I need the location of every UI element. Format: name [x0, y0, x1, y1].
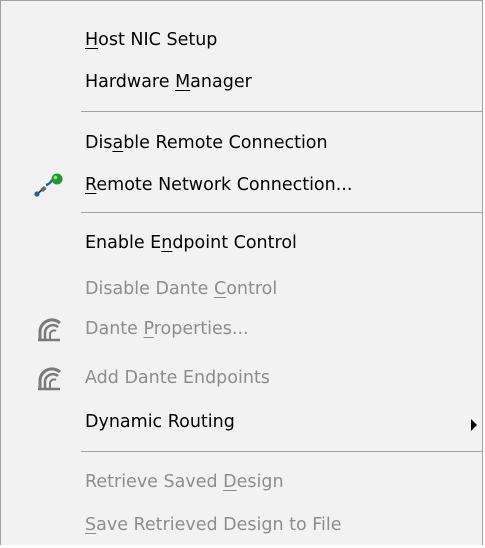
menu-item-label: Retrieve Saved Design [85, 472, 284, 492]
menu-separator [81, 451, 482, 452]
menu-separator [81, 111, 482, 112]
menu-item-label: Host NIC Setup [85, 30, 218, 50]
menu-item-label: Dynamic Routing [85, 412, 235, 432]
context-menu: Host NIC Setup Hardware Manager Disable … [0, 0, 483, 545]
menu-item-add-dante-endpoints[interactable]: Add Dante Endpoints [1, 355, 482, 401]
menu-separator [81, 212, 482, 213]
dante-icon [30, 363, 68, 393]
menu-item-host-nic-setup[interactable]: Host NIC Setup [1, 17, 482, 63]
remote-network-icon [30, 170, 68, 200]
submenu-arrow-icon [470, 416, 478, 431]
menu-item-hardware-manager[interactable]: Hardware Manager [1, 59, 482, 105]
dante-icon [30, 314, 68, 344]
menu-item-retrieve-saved-design[interactable]: Retrieve Saved Design [1, 459, 482, 505]
menu-item-label: Disable Remote Connection [85, 133, 328, 153]
menu-item-remote-network-connection[interactable]: Remote Network Connection... [1, 162, 482, 208]
menu-item-label: Dante Properties... [85, 319, 249, 339]
menu-item-label: Enable Endpoint Control [85, 233, 297, 253]
menu-item-dante-properties[interactable]: Dante Properties... [1, 306, 482, 352]
menu-item-dynamic-routing[interactable]: Dynamic Routing [1, 399, 482, 445]
menu-item-label: Remote Network Connection... [85, 175, 353, 195]
menu-item-label: Save Retrieved Design to File [85, 515, 342, 535]
menu-item-label: Add Dante Endpoints [85, 368, 270, 388]
menu-item-disable-remote-connection[interactable]: Disable Remote Connection [1, 120, 482, 166]
menu-item-label: Hardware Manager [85, 72, 252, 92]
menu-item-label: Disable Dante Control [85, 279, 278, 299]
menu-item-enable-endpoint-control[interactable]: Enable Endpoint Control [1, 220, 482, 266]
menu-item-save-retrieved-design[interactable]: Save Retrieved Design to File [1, 502, 482, 548]
